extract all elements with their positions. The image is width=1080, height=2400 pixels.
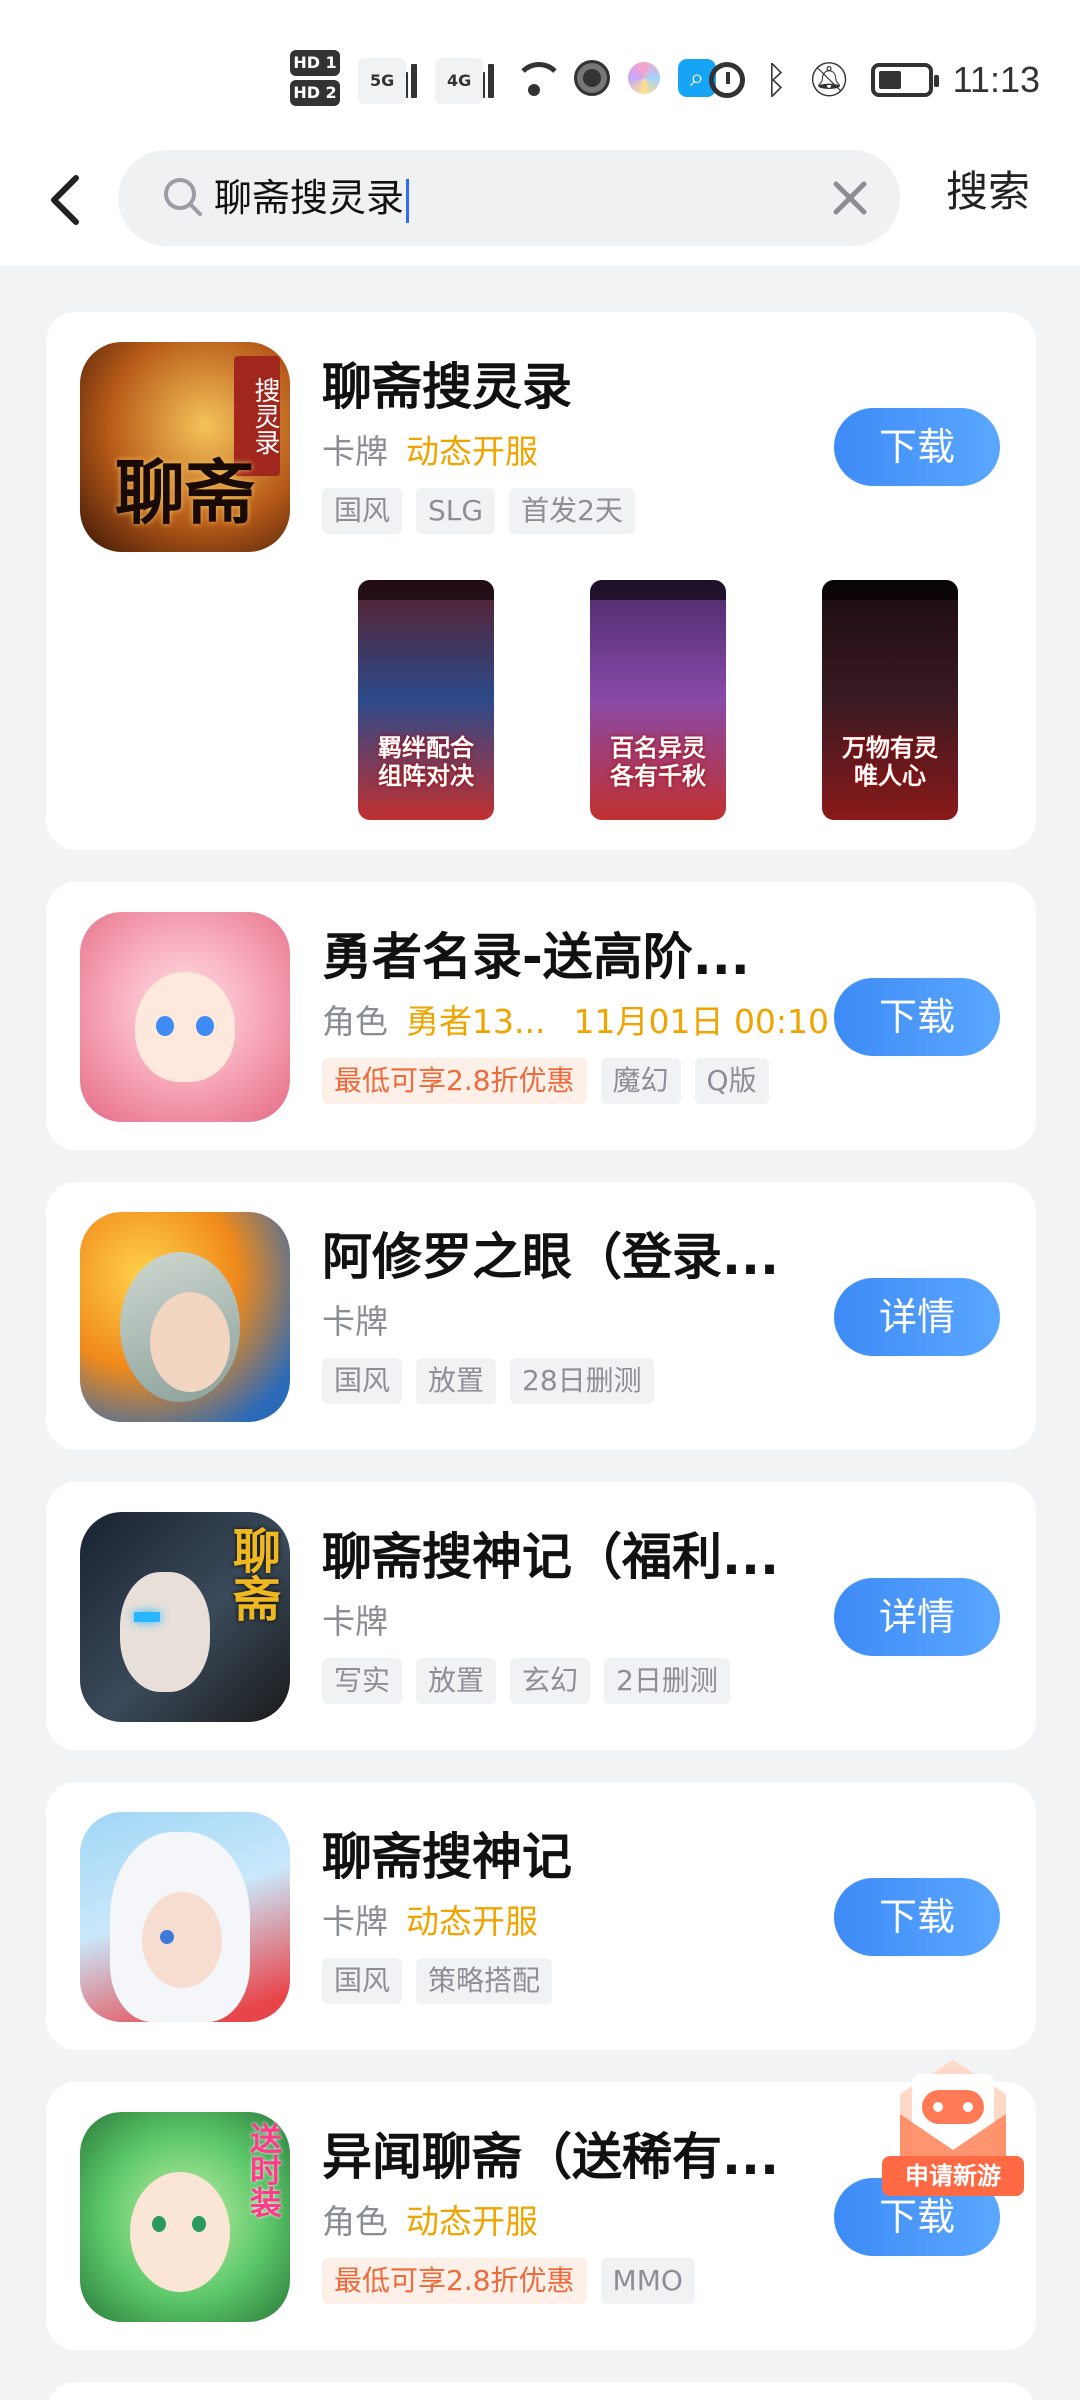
app-icon[interactable]: 送时装 bbox=[80, 2112, 290, 2322]
apply-new-game-label: 申请新游 bbox=[882, 2156, 1024, 2196]
app-icon[interactable] bbox=[80, 912, 290, 1122]
app-icon[interactable]: 搜灵录 聊斋 bbox=[80, 342, 290, 552]
tag: 2日删测 bbox=[604, 1658, 730, 1704]
screenshot-strip[interactable]: 羁绊配合 组阵对决 百名异灵 各有千秋 万物有灵 唯人心 bbox=[46, 580, 1036, 822]
app-icon[interactable] bbox=[80, 1212, 290, 1422]
app-category: 卡牌 bbox=[322, 1302, 388, 1341]
status-bar: HD 1 HD 2 5G 4G ⌕ ᛒ 🔕︎ 11:13 bbox=[0, 0, 1080, 140]
tag-list: 最低可享2.8折优惠 MMO bbox=[322, 2258, 695, 2304]
screenshot-caption: 万物有灵 唯人心 bbox=[842, 733, 938, 790]
app-category: 卡牌 bbox=[322, 432, 388, 471]
download-button[interactable]: 下载 bbox=[834, 408, 1000, 486]
hd-indicator: HD 1 HD 2 bbox=[290, 50, 340, 106]
tag: 首发2天 bbox=[509, 488, 635, 534]
app-meta: 卡牌 bbox=[322, 1300, 388, 1344]
signal-5g-icon: 5G bbox=[358, 58, 417, 104]
mute-bell-icon: 🔕︎ bbox=[807, 60, 851, 100]
search-header: 聊斋搜灵录 搜索 bbox=[0, 140, 1080, 266]
tag-list: 写实 放置 玄幻 2日删测 bbox=[322, 1658, 730, 1704]
clock: 11:13 bbox=[952, 59, 1040, 100]
alarm-icon bbox=[708, 62, 745, 98]
server-name: 勇者13... bbox=[406, 1002, 546, 1041]
tag: 玄幻 bbox=[510, 1658, 591, 1704]
app-icon[interactable]: 聊斋 bbox=[80, 1512, 290, 1722]
app-meta: 卡牌 bbox=[322, 1600, 388, 1644]
app-icon-logo-text: 送时装 bbox=[245, 2122, 283, 2218]
result-card[interactable]: 搜灵录 聊斋 聊斋搜灵录 卡牌 动态开服 国风 SLG 首发2天 下载 羁绊配合… bbox=[46, 312, 1036, 850]
screenshot-2[interactable]: 百名异灵 各有千秋 bbox=[590, 580, 726, 820]
vpn-globe-icon bbox=[574, 60, 610, 96]
search-query[interactable]: 聊斋搜灵录 bbox=[214, 172, 410, 224]
color-app-icon bbox=[628, 62, 660, 94]
screenshot-caption: 百名异灵 各有千秋 bbox=[610, 733, 706, 790]
screenshot-caption: 羁绊配合 组阵对决 bbox=[378, 733, 474, 790]
app-title[interactable]: 勇者名录-送高阶... bbox=[322, 926, 750, 988]
clear-icon[interactable] bbox=[828, 176, 872, 220]
app-meta: 卡牌 动态开服 bbox=[322, 1900, 538, 1944]
result-card-partial[interactable] bbox=[46, 2382, 1036, 2400]
app-category: 卡牌 bbox=[322, 1602, 388, 1641]
app-category: 角色 bbox=[322, 2202, 388, 2241]
tag-list: 国风 策略搭配 bbox=[322, 1958, 553, 2004]
app-icon-logo-text: 聊斋 bbox=[115, 451, 255, 534]
app-meta: 卡牌 动态开服 bbox=[322, 430, 538, 474]
tag: 写实 bbox=[322, 1658, 403, 1704]
screenshot-1[interactable]: 羁绊配合 组阵对决 bbox=[358, 580, 494, 820]
tag: MMO bbox=[600, 2258, 695, 2304]
app-category: 卡牌 bbox=[322, 1902, 388, 1941]
tag: 国风 bbox=[322, 1958, 403, 2004]
back-arrow-icon[interactable] bbox=[42, 170, 90, 230]
app-title[interactable]: 聊斋搜神记（福利... bbox=[322, 1526, 779, 1588]
screenshot-3[interactable]: 万物有灵 唯人心 bbox=[822, 580, 958, 820]
tag: 策略搭配 bbox=[416, 1958, 553, 2004]
tag-list: 最低可享2.8折优惠 魔幻 Q版 bbox=[322, 1058, 769, 1104]
result-card[interactable]: 勇者名录-送高阶... 角色 勇者13... 11月01日 00:10 最低可享… bbox=[46, 882, 1036, 1150]
tag: 国风 bbox=[322, 488, 403, 534]
download-button[interactable]: 下载 bbox=[834, 1878, 1000, 1956]
app-icon[interactable] bbox=[80, 1812, 290, 2022]
bluetooth-icon: ᛒ bbox=[764, 58, 788, 102]
tag: 放置 bbox=[416, 1358, 497, 1404]
server-time: 11月01日 00:10 bbox=[573, 1002, 830, 1041]
result-card[interactable]: 聊斋搜神记 卡牌 动态开服 国风 策略搭配 下载 bbox=[46, 1782, 1036, 2050]
app-title[interactable]: 阿修罗之眼（登录... bbox=[322, 1226, 779, 1288]
server-status: 动态开服 bbox=[406, 432, 538, 471]
server-status: 动态开服 bbox=[406, 2202, 538, 2241]
apply-new-game-button[interactable]: 申请新游 bbox=[878, 2054, 1028, 2204]
tag: 国风 bbox=[322, 1358, 403, 1404]
app-meta: 角色 勇者13... 11月01日 00:10 bbox=[322, 1000, 829, 1044]
hd1-icon: HD 1 bbox=[290, 50, 340, 76]
signal-4g-icon: 4G bbox=[435, 58, 494, 104]
tag-list: 国风 SLG 首发2天 bbox=[322, 488, 635, 534]
app-category: 角色 bbox=[322, 1002, 388, 1041]
tag: 放置 bbox=[416, 1658, 497, 1704]
server-status: 动态开服 bbox=[406, 1902, 538, 1941]
app-title[interactable]: 聊斋搜灵录 bbox=[322, 356, 572, 418]
promo-tag: 最低可享2.8折优惠 bbox=[322, 1058, 587, 1104]
result-card[interactable]: 阿修罗之眼（登录... 卡牌 国风 放置 28日删测 详情 bbox=[46, 1182, 1036, 1450]
text-cursor bbox=[406, 178, 410, 223]
hd2-icon: HD 2 bbox=[290, 80, 340, 106]
tag-list: 国风 放置 28日删测 bbox=[322, 1358, 654, 1404]
app-title[interactable]: 聊斋搜神记 bbox=[322, 1826, 572, 1888]
tag: Q版 bbox=[694, 1058, 769, 1104]
download-button[interactable]: 下载 bbox=[834, 978, 1000, 1056]
search-input[interactable]: 聊斋搜灵录 bbox=[118, 150, 900, 246]
app-title[interactable]: 异闻聊斋（送稀有... bbox=[322, 2126, 779, 2188]
details-button[interactable]: 详情 bbox=[834, 1278, 1000, 1356]
tag: 魔幻 bbox=[600, 1058, 681, 1104]
details-button[interactable]: 详情 bbox=[834, 1578, 1000, 1656]
tag: SLG bbox=[416, 488, 496, 534]
search-button[interactable]: 搜索 bbox=[946, 164, 1030, 220]
wifi-icon bbox=[512, 56, 564, 100]
battery-icon bbox=[870, 63, 939, 97]
app-meta: 角色 动态开服 bbox=[322, 2200, 538, 2244]
search-icon bbox=[162, 176, 204, 218]
result-card[interactable]: 聊斋 聊斋搜神记（福利... 卡牌 写实 放置 玄幻 2日删测 详情 bbox=[46, 1482, 1036, 1750]
app-icon-logo-text: 聊斋 bbox=[224, 1526, 280, 1622]
tag: 28日删测 bbox=[510, 1358, 654, 1404]
promo-tag: 最低可享2.8折优惠 bbox=[322, 2258, 587, 2304]
